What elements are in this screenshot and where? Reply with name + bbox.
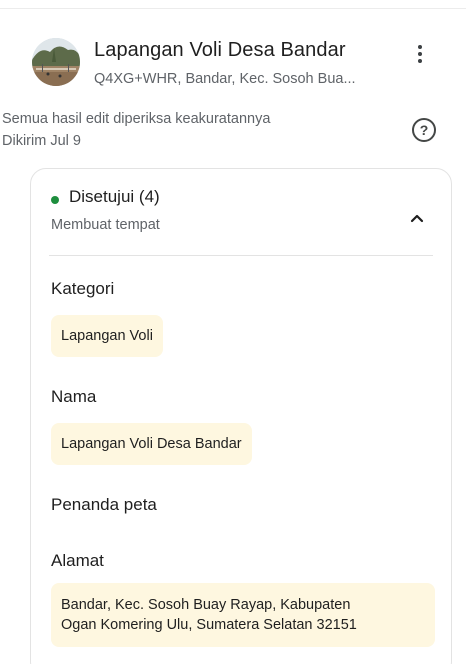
alamat-line-2: Ogan Komering Ulu, Sumatera Selatan 3215… xyxy=(61,617,357,633)
collapse-button[interactable] xyxy=(405,207,429,231)
status-dot-icon xyxy=(51,196,59,204)
place-title: Lapangan Voli Desa Bandar xyxy=(94,39,346,61)
submitted-date: Dikirim Jul 9 xyxy=(2,133,81,149)
verification-note: Semua hasil edit diperiksa keakuratannya xyxy=(2,111,271,127)
more-vert-icon xyxy=(418,45,422,49)
card-header[interactable]: Disetujui (4) Membuat tempat xyxy=(49,187,433,243)
help-button[interactable]: ? xyxy=(412,118,436,142)
more-options-button[interactable] xyxy=(406,38,434,70)
more-vert-icon-dot xyxy=(418,59,422,63)
value-chip-kategori: Lapangan Voli xyxy=(51,315,163,357)
edit-details-card: Disetujui (4) Membuat tempat Kategori La… xyxy=(30,168,452,664)
more-vert-icon-dot xyxy=(418,52,422,56)
value-block-alamat: Bandar, Kec. Sosoh Buay Rayap, Kabupaten… xyxy=(51,583,435,647)
place-photo-thumbnail[interactable] xyxy=(32,38,80,86)
place-header: Lapangan Voli Desa Bandar Q4XG+WHR, Band… xyxy=(32,36,442,96)
place-photo-image xyxy=(32,38,80,86)
value-chip-nama: Lapangan Voli Desa Bandar xyxy=(51,423,252,465)
section-label-penanda-peta: Penanda peta xyxy=(51,495,157,514)
top-divider xyxy=(0,8,466,9)
status-label: Disetujui (4) xyxy=(69,187,160,206)
section-label-nama: Nama xyxy=(51,387,97,406)
place-address: Q4XG+WHR, Bandar, Kec. Sosoh Bua... xyxy=(94,71,356,87)
edit-meta: Semua hasil edit diperiksa keakuratannya… xyxy=(2,108,382,152)
status-subtitle: Membuat tempat xyxy=(51,217,160,233)
card-divider xyxy=(49,255,433,256)
help-circle-icon: ? xyxy=(419,122,429,138)
section-label-alamat: Alamat xyxy=(51,551,104,570)
chevron-up-icon xyxy=(410,214,424,223)
alamat-line-1: Bandar, Kec. Sosoh Buay Rayap, Kabupaten xyxy=(61,597,351,613)
section-label-kategori: Kategori xyxy=(51,279,115,298)
